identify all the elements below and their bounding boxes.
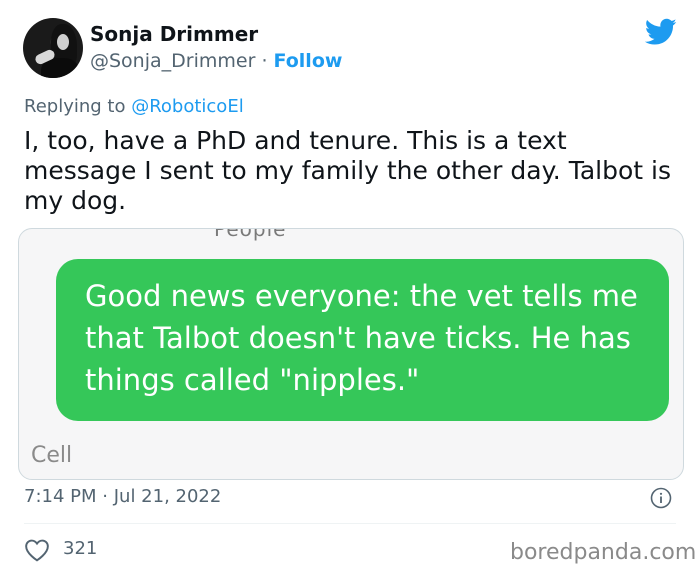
author-handle-line: @Sonja_Drimmer · Follow [90, 50, 342, 72]
message-bubble: Good news everyone: the vet tells me tha… [56, 259, 683, 423]
cut-off-header: People [214, 228, 287, 241]
tweet-media-image[interactable]: People Good news everyone: the vet tells… [18, 228, 684, 480]
like-count[interactable]: 321 [63, 538, 97, 559]
twitter-bird-icon[interactable] [645, 18, 677, 46]
divider [24, 523, 676, 524]
tweet-date: Jul 21, 2022 [113, 486, 222, 507]
replying-to: Replying to @RoboticoEl [24, 96, 244, 117]
tweet-time: 7:14 PM [24, 486, 97, 507]
author-handle[interactable]: @Sonja_Drimmer [90, 50, 255, 72]
tweet-text: I, too, have a PhD and tenure. This is a… [24, 126, 671, 215]
replying-prefix: Replying to [24, 96, 132, 117]
reply-mention-link[interactable]: @RoboticoEl [131, 96, 244, 117]
author-name[interactable]: Sonja Drimmer [90, 22, 258, 46]
cell-label: Cell [31, 443, 73, 468]
watermark: boredpanda.com [510, 540, 697, 565]
follow-button[interactable]: Follow [274, 50, 343, 72]
heart-icon[interactable] [24, 538, 50, 562]
message-text: Good news everyone: the vet tells me tha… [85, 279, 638, 397]
avatar[interactable] [23, 18, 83, 78]
timestamp-separator: · [102, 486, 108, 507]
info-icon[interactable] [650, 487, 672, 509]
handle-separator: · [261, 50, 268, 72]
tweet-timestamp[interactable]: 7:14 PM · Jul 21, 2022 [24, 486, 221, 507]
